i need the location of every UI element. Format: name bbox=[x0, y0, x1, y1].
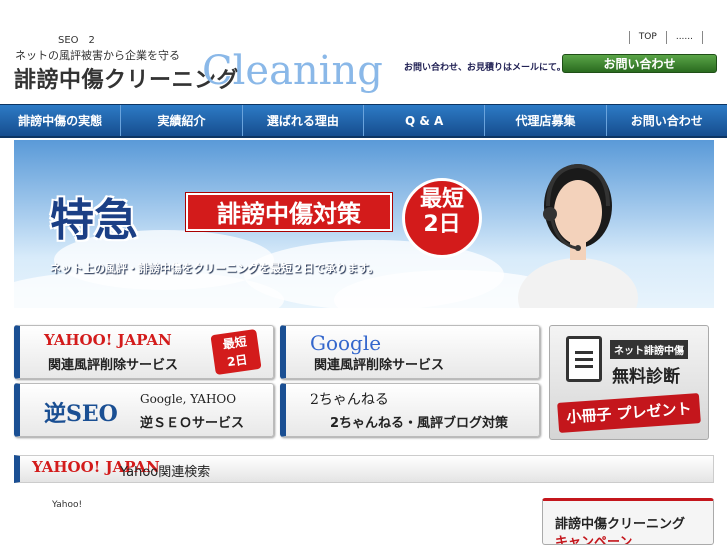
document-icon bbox=[566, 336, 602, 382]
main-nav: 誹謗中傷の実態 実績紹介 選ばれる理由 Q & A 代理店募集 お問い合わせ bbox=[0, 104, 727, 138]
yahoo-related-search[interactable]: YAHOO! JAPAN Yahoo関連検索 bbox=[14, 455, 714, 483]
reverse-seo-sub: Google, YAHOO bbox=[140, 392, 237, 406]
inquiry-text: お問い合わせ、お見積りはメールにて。 bbox=[404, 63, 566, 73]
logo-tagline: ネットの風評被害から企業を守る bbox=[15, 49, 180, 62]
bubble-line1: 最短 bbox=[419, 187, 464, 212]
google-logo: Google bbox=[310, 331, 382, 355]
site-logo[interactable]: ネットの風評被害から企業を守る 誹謗中傷クリーニング Cleaning bbox=[12, 43, 383, 99]
campaign-line1: 誹謗中傷クリーニング bbox=[555, 517, 686, 532]
top-link-2[interactable]: ...... bbox=[665, 31, 703, 44]
nav-item-slander[interactable]: 誹謗中傷の実態 bbox=[0, 105, 122, 136]
nav-item-contact[interactable]: お問い合わせ bbox=[607, 105, 727, 136]
operator-photo bbox=[518, 163, 638, 308]
nav-item-reasons[interactable]: 選ばれる理由 bbox=[243, 105, 364, 136]
inquiry-button[interactable]: お問い合わせ bbox=[562, 54, 717, 73]
service-label: 関連風評削除サービス bbox=[314, 358, 445, 373]
hero-subtext: ネット上の風評・誹謗中傷をクリーニングを最短２日で承ります。 bbox=[50, 262, 379, 275]
diagnosis-title: 無料診断 bbox=[612, 367, 680, 387]
nav-item-qa[interactable]: Q & A bbox=[364, 105, 486, 136]
campaign-line2: キャンペーン bbox=[555, 535, 633, 545]
nav-item-results[interactable]: 実績紹介 bbox=[121, 105, 243, 136]
reverse-seo-logo: 逆SEO bbox=[44, 401, 118, 427]
hero-banner[interactable]: 特急 誹謗中傷対策 最短 2日 ネット上の風評・誹謗中傷をクリーニングを最短２日… bbox=[14, 140, 714, 308]
yahoo-logo: YAHOO! JAPAN bbox=[44, 331, 172, 349]
logo-english: Cleaning bbox=[202, 48, 383, 94]
2ch-logo: 2ちゃんねる bbox=[310, 392, 389, 408]
fastest-badge: 最短 2日 bbox=[210, 328, 262, 376]
service-label: 関連風評削除サービス bbox=[48, 358, 179, 373]
bubble-line2: 2日 bbox=[423, 212, 461, 237]
campaign-banner[interactable]: 誹謗中傷クリーニング キャンペーン bbox=[542, 498, 714, 545]
body-text: Yahoo! bbox=[52, 500, 83, 510]
diagnosis-tag: ネット誹謗中傷 bbox=[610, 340, 688, 359]
service-label: 逆ＳＥＯサービス bbox=[140, 416, 245, 431]
nav-item-agency[interactable]: 代理店募集 bbox=[485, 105, 607, 136]
service-label: 2ちゃんねる・風評ブログ対策 bbox=[330, 416, 509, 431]
service-google-tile[interactable]: Google 関連風評削除サービス bbox=[280, 325, 540, 379]
free-diagnosis-banner[interactable]: ネット誹謗中傷 無料診断 小冊子 プレゼント bbox=[549, 325, 709, 440]
hero-ribbon: 誹謗中傷対策 bbox=[186, 193, 392, 231]
service-2ch-tile[interactable]: 2ちゃんねる 2ちゃんねる・風評ブログ対策 bbox=[280, 383, 540, 437]
top-links: TOP ...... bbox=[628, 31, 703, 44]
service-reverse-seo-tile[interactable]: 逆SEO Google, YAHOO 逆ＳＥＯサービス bbox=[14, 383, 274, 437]
service-yahoo-tile[interactable]: YAHOO! JAPAN 関連風評削除サービス 最短 2日 bbox=[14, 325, 274, 379]
hero-bubble: 最短 2日 bbox=[402, 178, 482, 258]
yahoo-search-label: Yahoo関連検索 bbox=[120, 465, 211, 480]
diagnosis-present: 小冊子 プレゼント bbox=[557, 393, 701, 433]
top-link[interactable]: TOP bbox=[628, 31, 666, 44]
hero-headline: 特急 bbox=[50, 195, 138, 246]
